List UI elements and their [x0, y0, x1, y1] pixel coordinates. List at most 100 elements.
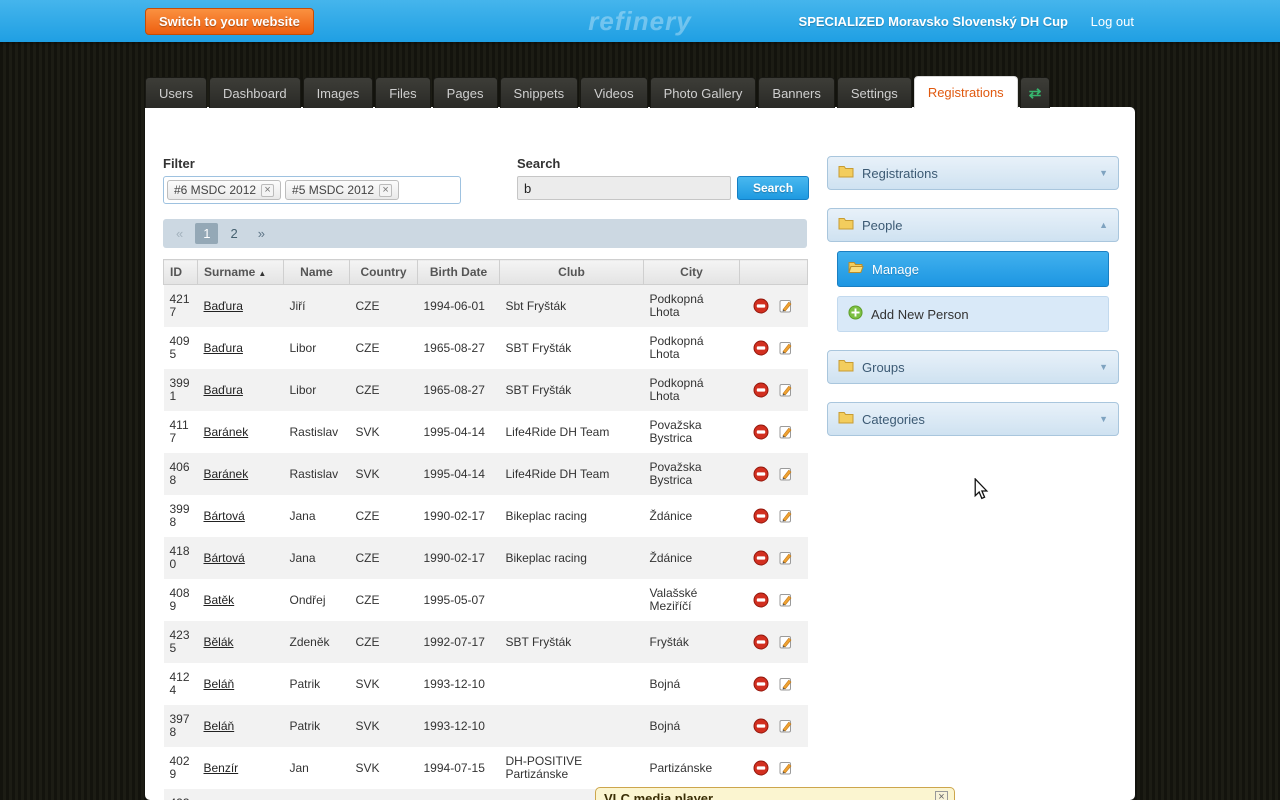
surname-link[interactable]: Bártová [204, 551, 245, 565]
edit-icon[interactable] [778, 340, 794, 356]
tab-videos[interactable]: Videos [580, 77, 648, 108]
column-header-country[interactable]: Country [349, 259, 418, 285]
cell-name: Libor [289, 382, 317, 397]
tab-dashboard[interactable]: Dashboard [208, 77, 301, 108]
sidebar-section-people[interactable]: People ▲ [827, 208, 1119, 242]
surname-link[interactable]: Beláň [204, 719, 235, 733]
sidebar-section-categories[interactable]: Categories ▼ [827, 402, 1119, 436]
surname-link[interactable]: Baďura [204, 299, 243, 313]
remove-icon[interactable] [753, 382, 769, 398]
filter-token-box[interactable]: #6 MSDC 2012 × #5 MSDC 2012 × [163, 176, 461, 204]
column-header-actions [739, 259, 808, 285]
people-table: ID Surname ▲ Name Country Birth Date Club… [163, 259, 808, 800]
cell-id: 4235 [169, 628, 190, 655]
folder-icon [838, 359, 854, 375]
search-button[interactable]: Search [737, 176, 810, 200]
close-icon[interactable]: × [935, 791, 948, 800]
remove-icon[interactable] [753, 718, 769, 734]
search-label: Search [517, 156, 561, 171]
cell-birth-date: 1965-08-27 [423, 340, 485, 355]
tab-photo-gallery[interactable]: Photo Gallery [649, 77, 757, 108]
column-header-city[interactable]: City [643, 259, 740, 285]
edit-icon[interactable] [778, 718, 794, 734]
remove-icon[interactable] [753, 424, 769, 440]
cell-id: 4234 [164, 789, 198, 800]
edit-icon[interactable] [778, 592, 794, 608]
remove-icon[interactable] [753, 592, 769, 608]
cell-id: 4068 [169, 460, 190, 487]
remove-icon[interactable] [753, 634, 769, 650]
remove-icon[interactable] [753, 298, 769, 314]
tab-users[interactable]: Users [145, 77, 207, 108]
tab-registrations[interactable]: Registrations [913, 76, 1018, 108]
surname-link[interactable]: Baránek [204, 425, 249, 439]
edit-icon[interactable] [778, 298, 794, 314]
surname-link[interactable]: Batěk [204, 593, 235, 607]
remove-icon[interactable] [753, 508, 769, 524]
remove-icon[interactable] [753, 466, 769, 482]
edit-icon[interactable] [778, 676, 794, 692]
pagination-page-2[interactable]: 2 [222, 223, 245, 244]
search-input[interactable] [517, 176, 731, 200]
cell-surname: Bártová [198, 537, 284, 579]
surname-header-label: Surname [204, 265, 256, 279]
edit-icon[interactable] [778, 508, 794, 524]
cell-club: SBT Fryšták [505, 382, 572, 397]
edit-icon[interactable] [778, 466, 794, 482]
surname-link[interactable]: Baďura [204, 341, 243, 355]
pagination-page-1[interactable]: 1 [195, 223, 219, 244]
cell-birth-date: 1992-07-17 [423, 634, 485, 649]
remove-icon[interactable] [753, 550, 769, 566]
cell-birth-date: 1990-02-17 [423, 550, 485, 565]
remove-token-icon[interactable]: × [379, 183, 393, 197]
remove-icon[interactable] [753, 676, 769, 692]
sidebar-section-groups[interactable]: Groups ▼ [827, 350, 1119, 384]
surname-link[interactable]: Baránek [204, 467, 249, 481]
cell-id: 4124 [169, 670, 190, 697]
cell-city: Podkopná Lhota [649, 334, 704, 361]
folder-icon [838, 411, 854, 427]
edit-icon[interactable] [778, 550, 794, 566]
tab-banners[interactable]: Banners [758, 77, 835, 108]
cell-city: Ždánice [649, 508, 693, 523]
surname-link[interactable]: Beláň [204, 677, 235, 691]
folder-icon [838, 165, 854, 181]
remove-icon[interactable] [753, 760, 769, 776]
surname-link[interactable]: Bělák [204, 635, 234, 649]
column-header-birth-date[interactable]: Birth Date [417, 259, 500, 285]
sidebar-item-add-new-person[interactable]: Add New Person [837, 296, 1109, 332]
column-header-club[interactable]: Club [499, 259, 644, 285]
sidebar-item-manage[interactable]: Manage [837, 251, 1109, 287]
cell-surname: Baďura [198, 285, 284, 328]
edit-icon[interactable] [778, 424, 794, 440]
column-header-id[interactable]: ID [163, 259, 198, 285]
tab-files[interactable]: Files [375, 77, 431, 108]
pagination-next[interactable]: » [250, 223, 273, 244]
surname-link[interactable]: Benzír [204, 761, 239, 775]
remove-icon[interactable] [753, 340, 769, 356]
cell-country: SVK [355, 760, 380, 775]
remove-token-icon[interactable]: × [261, 183, 275, 197]
cell-club: Life4Ride DH Team [505, 466, 610, 481]
tab-images[interactable]: Images [302, 77, 374, 108]
logout-link[interactable]: Log out [1091, 14, 1134, 29]
column-header-surname[interactable]: Surname ▲ [197, 259, 284, 285]
chevron-down-icon: ▼ [1099, 362, 1108, 372]
edit-icon[interactable] [778, 382, 794, 398]
surname-link[interactable]: Bártová [204, 509, 245, 523]
cell-surname: Baránek [198, 453, 284, 495]
sidebar-section-registrations[interactable]: Registrations ▼ [827, 156, 1119, 190]
surname-link[interactable]: Baďura [204, 383, 243, 397]
tab-settings[interactable]: Settings [836, 77, 912, 108]
cell-birth-date: 1990-02-17 [423, 508, 485, 523]
tab-reorder-icon[interactable]: ⇄ [1019, 77, 1051, 108]
tab-snippets[interactable]: Snippets [499, 77, 579, 108]
edit-icon[interactable] [778, 760, 794, 776]
cell-surname: Baďura [198, 327, 284, 369]
edit-icon[interactable] [778, 634, 794, 650]
cell-club: SBT Fryšták [505, 340, 572, 355]
tab-pages[interactable]: Pages [432, 77, 498, 108]
column-header-name[interactable]: Name [283, 259, 350, 285]
table-row: 4235 Bělák Zdeněk CZE 1992-07-17 SBT Fry… [163, 621, 808, 663]
pagination: « 1 2 » [163, 219, 807, 248]
